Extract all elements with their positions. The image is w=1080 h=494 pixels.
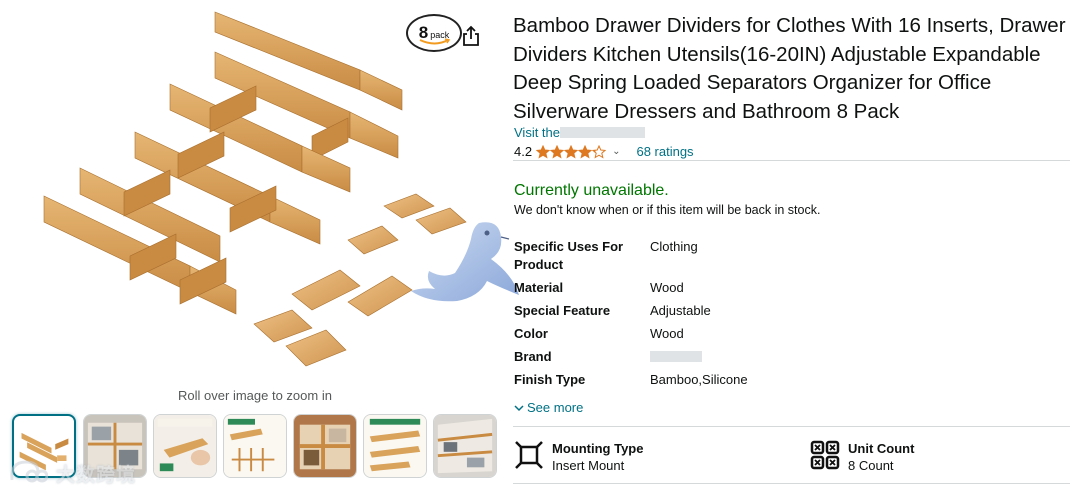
spec-key: Finish Type (514, 372, 586, 387)
watermark-text: 大数跨境 (56, 464, 137, 486)
feature-value: Insert Mount (552, 458, 625, 473)
watermark-logo-icon (10, 460, 49, 483)
star-icon (550, 144, 565, 159)
thumbnail-5[interactable] (293, 414, 357, 478)
rating-value: 4.2 (514, 144, 533, 159)
spec-value: Wood (650, 326, 684, 341)
store-name-redacted (560, 127, 646, 138)
spec-key: Specific Uses For Product (514, 239, 624, 272)
visit-store-link[interactable]: Visit the (514, 125, 646, 140)
chevron-down-icon[interactable]: ⌄ (612, 146, 620, 157)
brand-redacted (650, 351, 702, 362)
pack-count-badge: 8 pack (406, 14, 462, 52)
thumbnail-image (294, 415, 356, 477)
divider (513, 160, 1070, 161)
visit-store-prefix: Visit the (514, 125, 561, 140)
star-icon (564, 144, 579, 159)
feature-text: Unit Count 8 Count (848, 440, 914, 474)
spec-value: Clothing (650, 239, 698, 254)
thumbnail-image (434, 415, 496, 477)
watermark-overlay: 大数跨境 (8, 456, 168, 486)
feature-text: Mounting Type Insert Mount (552, 440, 643, 474)
smile-arrow-icon (419, 38, 451, 45)
star-rating[interactable] (536, 144, 607, 159)
image-gallery: 8 pack Roll over image to zoom in 大数跨境 (0, 0, 519, 494)
feature-title: Mounting Type (552, 441, 644, 456)
feature-unit-count: Unit Count 8 Count (810, 440, 914, 474)
share-icon[interactable] (461, 25, 481, 47)
star-icon (536, 144, 551, 159)
availability-status: Currently unavailable. (514, 182, 669, 199)
ratings-count-link[interactable]: 68 ratings (636, 144, 693, 159)
mount-icon (515, 441, 543, 469)
thumbnail-6[interactable] (363, 414, 427, 478)
spec-key: Color (514, 326, 548, 341)
thumbnail-image (224, 415, 286, 477)
spec-value: Wood (650, 280, 684, 295)
feature-title: Unit Count (848, 441, 915, 456)
spec-value: Adjustable (650, 303, 711, 318)
feature-value: 8 Count (848, 458, 894, 473)
see-more-label: See more (527, 400, 584, 415)
divider (513, 483, 1070, 484)
stock-note: We don't know when or if this item will … (514, 203, 821, 217)
star-icon (592, 144, 607, 159)
grid-count-icon (810, 440, 840, 470)
zoom-hint: Roll over image to zoom in (178, 388, 332, 403)
main-product-image[interactable] (30, 8, 470, 386)
thumbnail-image (364, 415, 426, 477)
rating-row: 4.2 ⌄ 68 ratings (514, 143, 694, 160)
see-more-link[interactable]: See more (514, 400, 583, 415)
star-icon (578, 144, 593, 159)
spec-key: Material (514, 280, 564, 295)
spec-key: Special Feature (514, 303, 611, 318)
feature-mounting-type: Mounting Type Insert Mount (514, 440, 643, 474)
product-info-panel: Bamboo Drawer Dividers for Clothes With … (513, 0, 1073, 494)
divider (513, 426, 1070, 427)
thumbnail-7[interactable] (433, 414, 497, 478)
spec-key: Brand (514, 349, 552, 364)
product-title: Bamboo Drawer Dividers for Clothes With … (513, 14, 1066, 123)
seal-watermark-icon (411, 222, 519, 302)
spec-value-redacted (650, 348, 900, 367)
chevron-down-icon (514, 404, 524, 411)
thumbnail-4[interactable] (223, 414, 287, 478)
spec-value: Bamboo,Silicone (650, 372, 748, 387)
